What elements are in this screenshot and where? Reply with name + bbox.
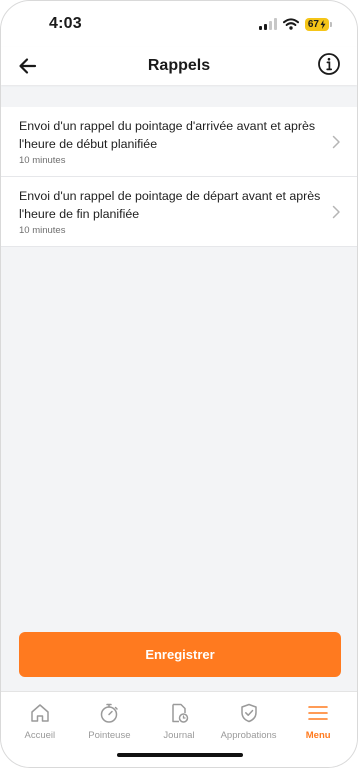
reminder-item-arrival[interactable]: Envoi d'un rappel du pointage d'arrivée …	[1, 107, 357, 177]
save-button[interactable]: Enregistrer	[19, 632, 341, 677]
info-circle-icon[interactable]	[317, 52, 341, 76]
menu-icon	[308, 706, 328, 720]
nav-label: Accueil	[24, 730, 56, 741]
nav-label: Menu	[305, 730, 331, 741]
nav-item-accueil[interactable]: Accueil	[6, 692, 74, 767]
wifi-icon	[282, 18, 299, 30]
reminder-value: 10 minutes	[19, 225, 66, 236]
reminder-title: Envoi d'un rappel de pointage de départ …	[19, 189, 321, 221]
battery-icon: 67	[304, 17, 333, 31]
battery-level: 67	[307, 18, 319, 30]
chevron-right-icon	[332, 205, 340, 219]
phone-screen: 4:03 67 Rappels Envoi d'un rappel du poi…	[0, 0, 358, 768]
page-title: Rappels	[147, 57, 211, 74]
journal-icon	[172, 703, 189, 723]
signal-icon	[258, 18, 277, 30]
shield-check-icon	[240, 703, 257, 723]
status-time: 4:03	[49, 15, 82, 32]
status-bar: 4:03 67	[1, 1, 357, 47]
nav-label: Journal	[163, 730, 195, 741]
reminder-title: Envoi d'un rappel du pointage d'arrivée …	[19, 119, 316, 151]
reminders-list: Envoi d'un rappel du pointage d'arrivée …	[1, 107, 357, 247]
app-header: Rappels	[1, 47, 357, 85]
home-icon	[31, 704, 49, 722]
nav-item-menu[interactable]: Menu	[284, 692, 352, 767]
home-indicator	[117, 753, 243, 757]
arrow-left-icon[interactable]	[15, 53, 41, 79]
nav-label: Approbations	[220, 730, 277, 741]
reminder-value: 10 minutes	[19, 155, 66, 166]
stopwatch-icon	[101, 703, 119, 723]
nav-label: Pointeuse	[88, 730, 131, 741]
status-icons: 67	[258, 17, 333, 31]
chevron-right-icon	[332, 135, 340, 149]
reminder-item-departure[interactable]: Envoi d'un rappel de pointage de départ …	[1, 177, 357, 247]
